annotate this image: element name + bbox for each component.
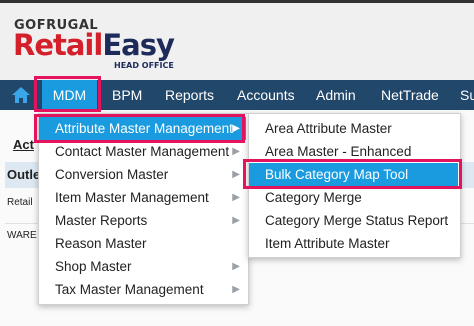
menu-item-label: Master Reports [55, 213, 148, 228]
app-header: GOFRUGAL RetailEasy HEAD OFFICE [0, 0, 474, 80]
menu-item-label: Conversion Master [55, 167, 169, 182]
mdm-dropdown-menu: Attribute Master Management ▶ Contact Mas… [38, 113, 249, 305]
menu-item-label: Tax Master Management [55, 282, 204, 297]
chevron-right-icon: ▶ [232, 192, 240, 203]
nav-item-nettrade[interactable]: NetTrade [381, 80, 439, 110]
main-navbar: MDM BPM Reports Accounts Admin NetTrade … [0, 80, 474, 110]
menu-item-label: Shop Master [55, 259, 132, 274]
brand-logo[interactable]: RetailEasy [13, 28, 175, 62]
menu-item-conversion-master[interactable]: Conversion Master ▶ [39, 163, 246, 186]
menu-item-reason-master[interactable]: Reason Master [39, 232, 246, 255]
brand-name-red: Retail [13, 28, 103, 62]
menu-item-label: Reason Master [55, 236, 147, 251]
nav-item-mdm[interactable]: MDM [42, 80, 97, 110]
chevron-right-icon: ▶ [232, 215, 240, 226]
nav-item-reports[interactable]: Reports [165, 80, 214, 110]
menu-item-tax-master-management[interactable]: Tax Master Management ▶ [39, 278, 246, 301]
nav-item-support[interactable]: Su [460, 80, 474, 110]
submenu-item-area-attribute-master[interactable]: Area Attribute Master [249, 117, 458, 140]
menu-item-attribute-master-management[interactable]: Attribute Master Management ▶ [39, 117, 246, 140]
nav-item-accounts[interactable]: Accounts [237, 80, 295, 110]
submenu-item-area-master-enhanced[interactable]: Area Master - Enhanced [249, 140, 458, 163]
menu-item-master-reports[interactable]: Master Reports ▶ [39, 209, 246, 232]
chevron-right-icon: ▶ [232, 146, 240, 157]
submenu-item-category-merge-status-report[interactable]: Category Merge Status Report [249, 209, 458, 232]
brand-name-blue: Easy [102, 28, 175, 62]
table-cell: WARE [7, 230, 37, 241]
submenu-item-bulk-category-map-tool[interactable]: Bulk Category Map Tool [249, 163, 458, 186]
chevron-right-icon: ▶ [232, 284, 240, 295]
menu-item-label: Attribute Master Management [55, 121, 233, 136]
submenu-item-item-attribute-master[interactable]: Item Attribute Master [249, 232, 458, 255]
menu-item-label: Item Master Management [55, 190, 209, 205]
submenu-item-category-merge[interactable]: Category Merge [249, 186, 458, 209]
menu-item-item-master-management[interactable]: Item Master Management ▶ [39, 186, 246, 209]
chevron-right-icon: ▶ [232, 261, 240, 272]
attribute-submenu: Area Attribute Master Area Master - Enha… [248, 113, 461, 258]
nav-item-bpm[interactable]: BPM [112, 80, 142, 110]
menu-item-contact-master-management[interactable]: Contact Master Management ▶ [39, 140, 246, 163]
table-row-label: Outle [7, 167, 41, 182]
menu-item-shop-master[interactable]: Shop Master ▶ [39, 255, 246, 278]
table-header-cell[interactable]: Act [13, 137, 34, 152]
chevron-right-icon: ▶ [232, 169, 240, 180]
menu-item-label: Contact Master Management [55, 144, 230, 159]
home-icon[interactable] [11, 85, 31, 105]
table-cell: Retail [7, 197, 33, 208]
chevron-right-icon: ▶ [232, 123, 240, 134]
brand-subtitle: HEAD OFFICE [114, 61, 174, 70]
nav-item-admin[interactable]: Admin [316, 80, 356, 110]
